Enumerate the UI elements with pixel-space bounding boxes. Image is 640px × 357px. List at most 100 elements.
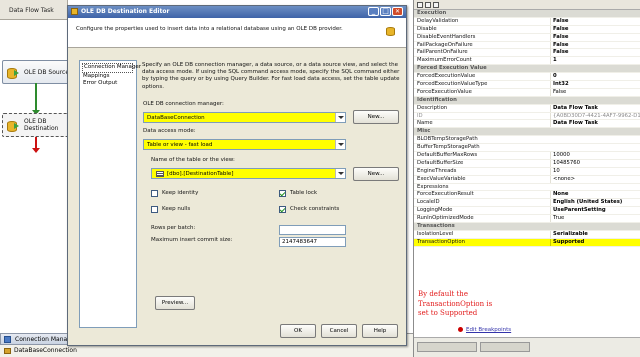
property-row[interactable]: ForcedExecutionValueType Int32 <box>414 81 640 89</box>
new-connection-button[interactable]: New... <box>353 110 399 124</box>
max-commit-size-label: Maximum insert commit size: <box>151 237 233 243</box>
nav-item-connection-manager[interactable]: Connection Manager <box>82 63 141 73</box>
property-value[interactable]: False <box>550 33 640 41</box>
property-pages-icon[interactable] <box>433 2 439 8</box>
property-row[interactable]: LoggingMode UseParentSetting <box>414 207 640 216</box>
property-name: LocaleID <box>417 199 440 206</box>
rows-per-batch-input[interactable] <box>279 225 346 235</box>
nav-item-mappings[interactable]: Mappings <box>83 73 133 81</box>
property-value[interactable]: False <box>550 41 640 49</box>
minimize-button[interactable]: _ <box>368 7 379 16</box>
property-value[interactable]: UseParentSetting <box>550 207 640 215</box>
property-value[interactable]: False <box>550 17 640 25</box>
keep-nulls-checkbox[interactable] <box>151 206 158 213</box>
connection-manager-item[interactable]: DataBaseConnection <box>4 347 77 354</box>
property-category[interactable]: Identification <box>414 96 640 105</box>
property-name: Name <box>417 120 433 127</box>
keep-identity-checkbox[interactable] <box>151 190 158 197</box>
property-row[interactable]: LocaleID English (United States) <box>414 199 640 208</box>
property-row[interactable]: MaximumErrorCount 1 <box>414 57 640 66</box>
property-value[interactable]: English (United States) <box>550 199 640 207</box>
property-row[interactable]: ForceExecutionResult None <box>414 191 640 200</box>
property-name: DelayValidation <box>417 17 459 24</box>
property-row[interactable]: BLOBTempStoragePath <box>414 136 640 145</box>
property-value[interactable]: Serializable <box>550 230 640 238</box>
property-value[interactable]: <none> <box>550 175 640 183</box>
property-row[interactable]: Disable False <box>414 25 640 34</box>
check-constraints-checkbox[interactable] <box>279 206 286 213</box>
table-lock-checkbox[interactable] <box>279 190 286 197</box>
table-name-select[interactable]: [dbo].[DestinationTable] <box>151 168 346 179</box>
property-row[interactable]: EngineThreads 10 <box>414 167 640 176</box>
ole-db-destination-component[interactable]: OLE DB Destination <box>2 113 70 137</box>
max-commit-size-input[interactable]: 2147483647 <box>279 237 346 247</box>
property-row[interactable]: ID {A0BD30D7-4421-4AF7-9962-D1AF9 <box>414 112 640 121</box>
property-value[interactable]: None <box>550 191 640 199</box>
property-value[interactable]: {A0BD30D7-4421-4AF7-9962-D1AF9 <box>550 112 640 120</box>
conn-mgr-select[interactable]: DataBaseConnection <box>143 112 346 123</box>
close-button[interactable]: ✕ <box>392 7 403 16</box>
nav-item-error-output[interactable]: Error Output <box>83 80 133 88</box>
dialog-titlebar[interactable]: OLE DB Destination Editor _ □ ✕ <box>68 6 406 18</box>
property-row[interactable]: DelayValidation False <box>414 17 640 26</box>
destination-database-icon <box>386 25 396 36</box>
properties-description-pane <box>414 337 640 357</box>
property-row[interactable]: DisableEventHandlers False <box>414 33 640 42</box>
property-row[interactable]: TransactionOption Supported <box>414 238 640 247</box>
property-category[interactable]: Transactions <box>414 223 640 231</box>
property-row[interactable]: RunInOptimizedMode True <box>414 215 640 224</box>
categorized-icon[interactable] <box>417 2 423 8</box>
edit-breakpoints-link[interactable]: Edit Breakpoints <box>466 327 511 333</box>
property-value[interactable]: Int32 <box>550 81 640 89</box>
property-value[interactable]: False <box>550 88 640 96</box>
table-name-value: [dbo].[DestinationTable] <box>167 171 234 177</box>
data-path-connector[interactable] <box>35 83 37 113</box>
alphabetical-icon[interactable] <box>425 2 431 8</box>
cancel-button[interactable]: Cancel <box>321 324 357 338</box>
property-name: BLOBTempStoragePath <box>417 136 478 143</box>
maximize-button[interactable]: □ <box>380 7 391 16</box>
ole-db-destination-icon <box>7 119 19 132</box>
property-row[interactable]: Expressions <box>414 184 640 192</box>
property-value[interactable]: 1 <box>550 57 640 65</box>
property-value[interactable]: 10 <box>550 167 640 175</box>
property-row[interactable]: Name Data Flow Task <box>414 120 640 129</box>
property-name: FailParentOnFailure <box>417 49 468 56</box>
property-row[interactable]: IsolationLevel Serializable <box>414 230 640 239</box>
dialog-app-icon <box>71 8 78 15</box>
chevron-down-icon[interactable] <box>335 140 345 149</box>
chevron-down-icon[interactable] <box>335 169 345 178</box>
ole-db-source-component[interactable]: OLE DB Source <box>2 60 70 84</box>
ok-button[interactable]: OK <box>280 324 316 338</box>
property-category[interactable]: Forced Execution Value <box>414 65 640 74</box>
property-row[interactable]: Description Data Flow Task <box>414 104 640 113</box>
property-row[interactable]: ForcedExecutionValue 0 <box>414 73 640 82</box>
chevron-down-icon[interactable] <box>335 113 345 122</box>
property-row[interactable]: DefaultBufferSize 10485760 <box>414 159 640 168</box>
property-name: DisableEventHandlers <box>417 33 476 40</box>
preview-button[interactable]: Preview... <box>155 296 195 310</box>
property-name: ID <box>417 112 423 119</box>
property-row[interactable]: BufferTempStoragePath <box>414 144 640 153</box>
property-value[interactable]: 10485760 <box>550 159 640 167</box>
property-row[interactable]: FailParentOnFailure False <box>414 49 640 58</box>
help-button[interactable]: Help <box>362 324 398 338</box>
property-row[interactable]: ForceExecutionValue False <box>414 88 640 97</box>
property-value[interactable]: Data Flow Task <box>550 120 640 128</box>
property-name: Description <box>417 104 448 111</box>
property-value[interactable]: 10000 <box>550 152 640 160</box>
data-flow-tab[interactable]: Data Flow Task <box>0 0 68 20</box>
property-value[interactable]: Data Flow Task <box>550 104 640 112</box>
property-row[interactable]: ExecValueVariable <none> <box>414 175 640 184</box>
property-value[interactable]: 0 <box>550 73 640 81</box>
access-mode-select[interactable]: Table or view - fast load <box>143 139 346 150</box>
property-value[interactable]: True <box>550 215 640 223</box>
property-value[interactable]: False <box>550 25 640 33</box>
property-value[interactable]: Supported <box>550 238 640 246</box>
new-table-button[interactable]: New... <box>353 167 399 181</box>
property-category[interactable]: Execution <box>414 10 640 18</box>
property-category[interactable]: Misc <box>414 128 640 137</box>
property-row[interactable]: DefaultBufferMaxRows 10000 <box>414 152 640 160</box>
property-row[interactable]: FailPackageOnFailure False <box>414 41 640 50</box>
property-value[interactable]: False <box>550 49 640 57</box>
